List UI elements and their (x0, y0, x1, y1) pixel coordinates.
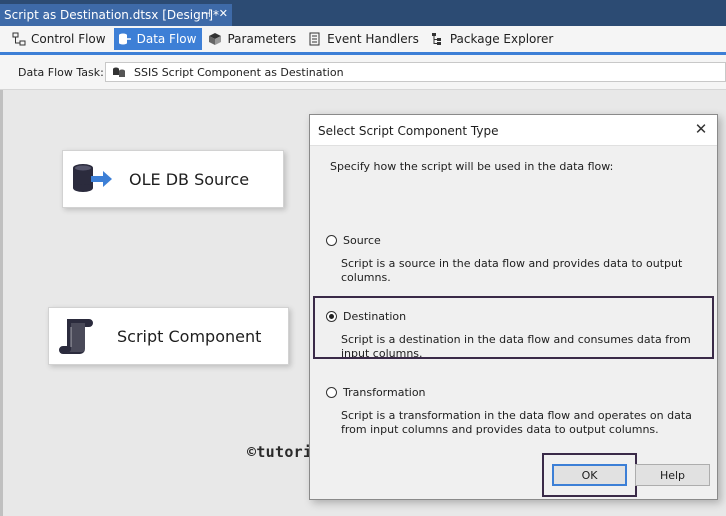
data-flow-icon (118, 33, 131, 45)
ok-label: OK (581, 468, 598, 482)
component-label: OLE DB Source (129, 169, 250, 189)
close-icon[interactable]: ✕ (219, 7, 228, 20)
radio-button[interactable] (326, 235, 337, 246)
tab-label: Control Flow (31, 32, 106, 46)
ole-db-source-icon (73, 164, 112, 192)
option-label: Transformation (343, 386, 426, 399)
tab-event-handlers[interactable]: Event Handlers (304, 28, 425, 50)
select-script-component-type-dialog: Select Script Component Type ✕ Specify h… (309, 114, 718, 500)
component-label: Script Component (117, 326, 262, 346)
document-tab-title: Script as Destination.dtsx [Design]* (4, 8, 219, 22)
script-component-icon (59, 319, 93, 354)
option-description: Script is a source in the data flow and … (341, 257, 683, 284)
ole-db-source-component[interactable]: OLE DB Source (62, 150, 284, 208)
radio-transformation[interactable]: Transformation (326, 386, 706, 399)
ok-button[interactable]: OK (552, 464, 627, 486)
tab-parameters[interactable]: Parameters (204, 28, 302, 50)
option-source: Source Script is a source in the data fl… (326, 234, 706, 285)
tab-package-explorer[interactable]: Package Explorer (427, 28, 560, 50)
document-tab[interactable]: Script as Destination.dtsx [Design]* ⊣ ✕ (0, 4, 232, 26)
option-label: Source (343, 234, 381, 247)
script-component[interactable]: Script Component (48, 307, 289, 365)
tab-label: Data Flow (136, 32, 197, 46)
document-tab-strip: Script as Destination.dtsx [Design]* ⊣ ✕ (0, 0, 726, 26)
tab-label: Event Handlers (327, 32, 419, 46)
task-selector[interactable]: SSIS Script Component as Destination (105, 62, 726, 82)
parameters-icon (209, 33, 222, 45)
option-transformation: Transformation Script is a transformatio… (326, 386, 706, 437)
destination-highlight-box (313, 296, 714, 359)
dialog-title: Select Script Component Type (318, 124, 499, 138)
control-flow-icon (12, 32, 26, 46)
help-button[interactable]: Help (635, 464, 710, 486)
task-label: Data Flow Task: (18, 66, 104, 79)
help-label: Help (659, 468, 686, 482)
task-value: SSIS Script Component as Destination (134, 65, 344, 79)
task-row: Data Flow Task: SSIS Script Component as… (0, 55, 726, 90)
tab-control-flow[interactable]: Control Flow (8, 28, 112, 50)
close-icon[interactable]: ✕ (691, 119, 711, 139)
designer-tab-bar: Control Flow Data Flow Parameters Event … (0, 26, 726, 52)
tab-label: Package Explorer (449, 32, 554, 46)
radio-button[interactable] (326, 387, 337, 398)
event-handlers-icon (309, 32, 320, 46)
option-description: Script is a transformation in the data f… (341, 409, 692, 436)
data-flow-task-icon (113, 67, 125, 77)
tab-label: Parameters (227, 32, 297, 46)
tab-data-flow[interactable]: Data Flow (113, 28, 203, 50)
package-explorer-icon (431, 33, 441, 45)
dialog-body: Specify how the script will be used in t… (310, 145, 717, 470)
radio-source[interactable]: Source (326, 234, 706, 247)
pin-icon[interactable]: ⊣ (201, 7, 211, 20)
dialog-prompt: Specify how the script will be used in t… (330, 160, 614, 173)
